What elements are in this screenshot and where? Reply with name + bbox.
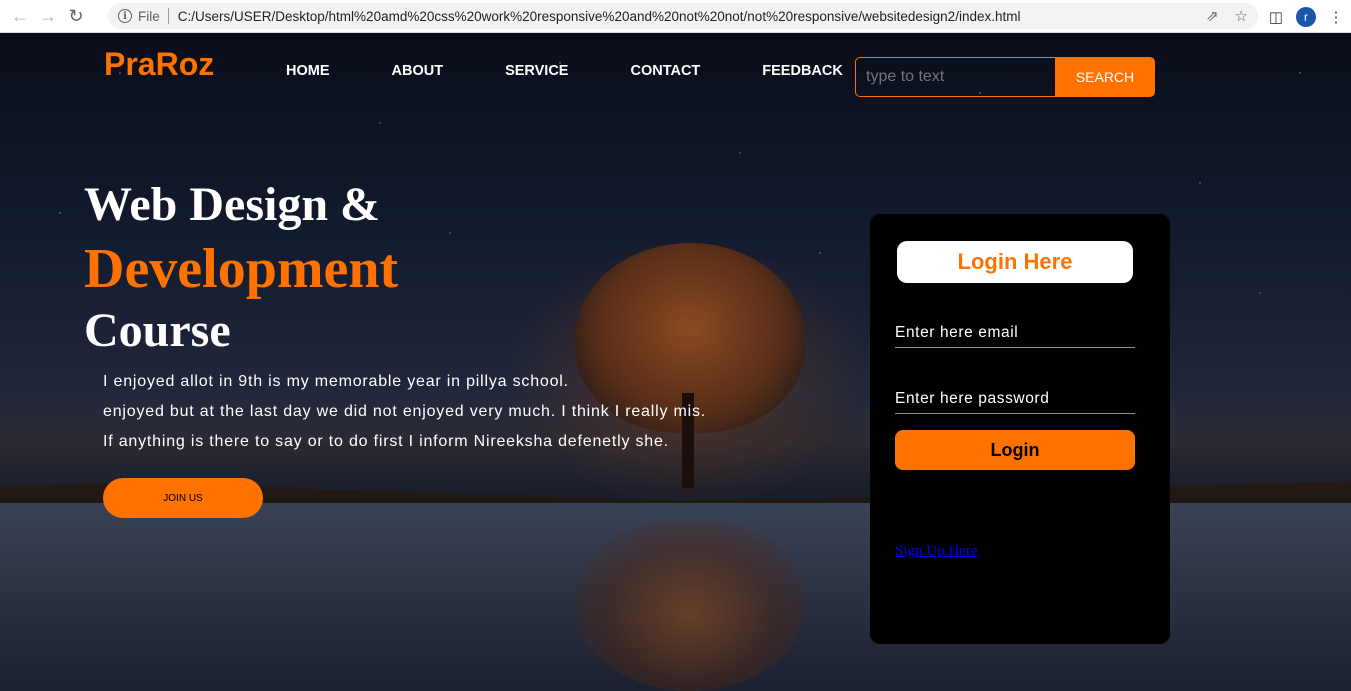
search-bar: SEARCH	[855, 57, 1155, 97]
reload-icon[interactable]: ↻	[62, 2, 90, 30]
url-text[interactable]: C:/Users/USER/Desktop/html%20amd%20css%2…	[178, 9, 1021, 24]
share-icon[interactable]: ⇗	[1206, 7, 1219, 25]
hero-title-line3: Course	[84, 304, 231, 357]
forward-arrow-icon[interactable]: →	[34, 2, 62, 30]
main-menu: HOME ABOUT SERVICE CONTACT FEEDBACK	[286, 63, 905, 79]
tree-reflection	[575, 521, 805, 691]
file-scheme-label: File	[138, 8, 160, 24]
menu-kebab-icon[interactable]: ⋮	[1321, 8, 1351, 26]
sign-up-link[interactable]: Sign Up Here	[895, 543, 978, 560]
menu-item-contact[interactable]: CONTACT	[630, 63, 700, 79]
profile-avatar[interactable]: r	[1296, 6, 1316, 27]
back-arrow-icon[interactable]: ←	[6, 2, 34, 30]
divider	[167, 8, 169, 24]
login-form-card: Login Here Login Sign Up Here	[870, 214, 1170, 644]
join-us-button[interactable]: JOIN US	[103, 478, 263, 518]
hero-paragraph: I enjoyed allot in 9th is my memorable y…	[103, 367, 706, 457]
side-panel-icon[interactable]: ◫	[1261, 8, 1291, 26]
menu-item-about[interactable]: ABOUT	[392, 63, 444, 79]
login-title: Login Here	[897, 241, 1133, 283]
browser-toolbar: ← → ↻ i File C:/Users/USER/Desktop/html%…	[0, 0, 1351, 33]
menu-item-service[interactable]: SERVICE	[505, 63, 568, 79]
info-icon[interactable]: i	[118, 9, 132, 23]
hero-paragraph-line3: If anything is there to say or to do fir…	[103, 433, 669, 450]
search-button[interactable]: SEARCH	[1055, 57, 1155, 97]
login-button[interactable]: Login	[895, 430, 1135, 470]
page-background: PraRoz HOME ABOUT SERVICE CONTACT FEEDBA…	[0, 33, 1351, 691]
site-logo[interactable]: PraRoz	[104, 46, 214, 83]
hero-paragraph-line1: I enjoyed allot in 9th is my memorable y…	[103, 373, 569, 390]
hero-paragraph-line2: enjoyed but at the last day we did not e…	[103, 403, 707, 420]
menu-item-home[interactable]: HOME	[286, 63, 330, 79]
hero-title-line1: Web Design &	[84, 178, 381, 231]
bookmark-star-icon[interactable]: ☆	[1235, 7, 1248, 25]
search-input[interactable]	[855, 57, 1055, 97]
menu-item-feedback[interactable]: FEEDBACK	[762, 63, 843, 79]
hero-title: Web Design & Development Course	[84, 181, 398, 355]
password-field[interactable]	[895, 384, 1135, 414]
hero-title-line2: Development	[84, 238, 399, 300]
email-field[interactable]	[895, 318, 1135, 348]
address-bar[interactable]: i File C:/Users/USER/Desktop/html%20amd%…	[108, 3, 1258, 29]
